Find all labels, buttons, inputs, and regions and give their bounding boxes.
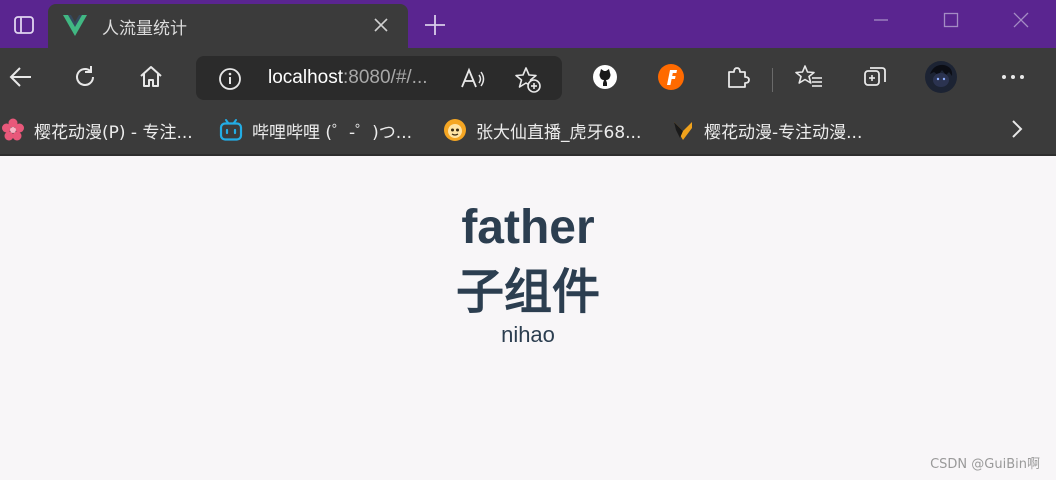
- bookmark-item[interactable]: 樱花动漫-专注动漫...: [670, 116, 862, 144]
- tab-actions-button[interactable]: [0, 6, 48, 44]
- browser-tab-active[interactable]: 人流量统计: [48, 4, 408, 48]
- close-window-button[interactable]: [986, 0, 1056, 40]
- avatar: [925, 61, 957, 93]
- toolbar-separator: [772, 68, 773, 92]
- more-dots-icon: [1002, 75, 1024, 79]
- more-bookmarks-button[interactable]: [1006, 116, 1028, 142]
- sakura-site-icon: [670, 117, 696, 143]
- title-bar: 人流量统计: [0, 0, 1056, 48]
- bookmark-label: 张大仙直播_虎牙68...: [476, 122, 642, 143]
- read-aloud-icon[interactable]: [460, 67, 486, 91]
- fiddler-extension-button[interactable]: [654, 60, 688, 94]
- minimize-icon: [874, 19, 888, 21]
- bookmark-item[interactable]: 张大仙直播_虎牙68...: [442, 116, 641, 144]
- back-button[interactable]: [4, 60, 38, 94]
- more-menu-button[interactable]: [996, 60, 1030, 94]
- tab-actions-icon: [14, 16, 34, 34]
- chevron-right-icon: [1012, 120, 1023, 138]
- maximize-button[interactable]: [916, 0, 986, 40]
- tab-title: 人流量统计: [102, 18, 187, 39]
- bookmark-item[interactable]: 樱花动漫(P) - 专注...: [0, 116, 193, 144]
- bilibili-tv-icon: [218, 117, 244, 143]
- browser-toolbar: localhost:8080/#/...: [0, 48, 1056, 106]
- maximize-icon: [943, 12, 959, 28]
- bookmark-label: 哔哩哔哩 (゜-゜)つ...: [252, 122, 413, 143]
- collections-button[interactable]: [858, 60, 892, 94]
- page-viewport: father 子组件 nihao CSDN @GuiBin啊: [0, 156, 1056, 480]
- home-button[interactable]: [134, 60, 168, 94]
- huya-live-icon: [442, 117, 468, 143]
- add-favorite-icon[interactable]: [514, 66, 542, 94]
- new-tab-button[interactable]: [420, 10, 450, 40]
- vue-logo-icon: [62, 13, 88, 39]
- refresh-button[interactable]: [68, 60, 102, 94]
- bookmark-label: 樱花动漫(P) - 专注...: [34, 122, 193, 143]
- close-window-icon: [1013, 12, 1029, 28]
- bookmark-label: 樱花动漫-专注动漫...: [704, 122, 863, 143]
- github-extension-button[interactable]: [588, 60, 622, 94]
- url-text[interactable]: localhost:8080/#/...: [268, 67, 428, 89]
- favorites-bar: 樱花动漫(P) - 专注... 哔哩哔哩 (゜-゜)つ... 张大仙直播_虎牙6: [0, 106, 1056, 154]
- profile-button[interactable]: [924, 60, 958, 94]
- favorites-list-icon: [795, 65, 822, 87]
- csdn-watermark: CSDN @GuiBin啊: [930, 457, 1040, 472]
- favorites-button[interactable]: [792, 60, 826, 94]
- minimize-button[interactable]: [846, 0, 916, 40]
- child-text: nihao: [501, 322, 555, 347]
- plus-icon: [425, 15, 445, 35]
- url-path: :8080/#/...: [343, 67, 428, 88]
- orange-f-icon: [658, 64, 684, 90]
- close-tab-button[interactable]: [370, 14, 392, 36]
- back-arrow-icon: [9, 67, 31, 87]
- url-host: localhost: [268, 67, 343, 88]
- close-icon: [374, 18, 388, 32]
- site-info-icon[interactable]: [218, 67, 242, 91]
- collections-icon: [864, 67, 886, 86]
- page-heading: father: [461, 201, 595, 254]
- child-component-heading: 子组件: [455, 264, 600, 320]
- refresh-icon: [76, 66, 94, 86]
- home-icon: [140, 66, 162, 87]
- bookmark-item[interactable]: 哔哩哔哩 (゜-゜)つ...: [218, 116, 412, 144]
- extensions-button[interactable]: [720, 60, 754, 94]
- github-icon: [593, 65, 617, 89]
- puzzle-icon: [728, 67, 750, 88]
- sakura-flower-icon: [0, 117, 26, 143]
- address-bar[interactable]: localhost:8080/#/...: [196, 56, 562, 100]
